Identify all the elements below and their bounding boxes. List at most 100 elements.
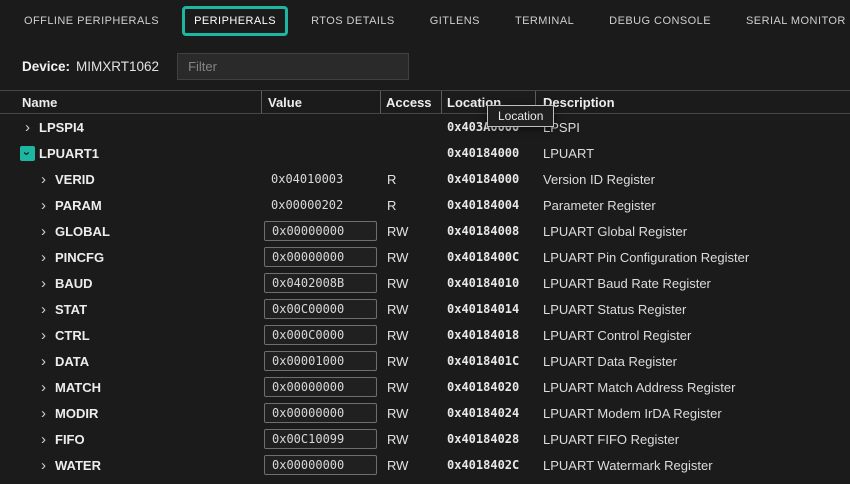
register-name: GLOBAL [55, 224, 110, 239]
tab-offline-peripherals[interactable]: OFFLINE PERIPHERALS [12, 6, 171, 36]
tree-row-global[interactable]: › GLOBAL RW0x40184008LPUART Global Registe… [0, 218, 850, 244]
register-name: FIFO [55, 432, 85, 447]
register-name: VERID [55, 172, 95, 187]
tree-row-match[interactable]: ›MATCHRW0x40184020LPUART Match Address R… [0, 374, 850, 400]
description-value: LPUART Status Register [536, 302, 850, 317]
chevron-right-icon[interactable]: › [36, 302, 51, 317]
tab-peripherals[interactable]: PERIPHERALS [182, 6, 288, 36]
location-value: 0x40184028 [442, 432, 536, 446]
register-value-input[interactable] [264, 403, 377, 423]
register-value-input[interactable] [264, 299, 377, 319]
location-value: 0x4018400C [442, 250, 536, 264]
location-value: 0x40184000 [442, 146, 536, 160]
peripherals-table: NameValueAccessLocationDescription ›LPSP… [0, 90, 850, 484]
register-value-input[interactable] [264, 429, 377, 449]
tree-row-pincfg[interactable]: ›PINCFGRW0x4018400CLPUART Pin Configurat… [0, 244, 850, 270]
chevron-right-icon[interactable]: › [20, 120, 35, 135]
access-value: RW [381, 406, 442, 421]
description-value: LPUART Baud Rate Register [536, 276, 850, 291]
chevron-right-icon[interactable]: › [36, 328, 51, 343]
register-name: PINCFG [55, 250, 104, 265]
tab-terminal[interactable]: TERMINAL [503, 6, 586, 36]
tree-row-baud[interactable]: ›BAUDRW0x40184010LPUART Baud Rate Regist… [0, 270, 850, 296]
filter-input[interactable] [177, 53, 409, 80]
access-value: RW [381, 302, 442, 317]
chevron-right-icon[interactable]: › [36, 250, 51, 265]
chevron-right-icon[interactable]: › [36, 354, 51, 369]
device-label: Device: [22, 59, 70, 74]
device-name: MIMXRT1062 [76, 59, 159, 74]
location-value: 0x40184018 [442, 328, 536, 342]
access-value: RW [381, 432, 442, 447]
register-value-input[interactable] [264, 247, 377, 267]
description-value: LPSPI [536, 120, 850, 135]
register-value-input[interactable] [264, 221, 377, 241]
chevron-right-icon[interactable]: › [36, 172, 51, 187]
tree-row-modir[interactable]: › MODIR RW0x40184024LPUART Modem IrDA Regi… [0, 400, 850, 426]
register-name: DATA [55, 354, 89, 369]
tab-serial-monitor[interactable]: SERIAL MONITOR [734, 6, 850, 36]
tree-row-verid[interactable]: ›VERID0x04010003R0x40184000Version ID Re… [0, 166, 850, 192]
chevron-right-icon[interactable]: › [36, 276, 51, 291]
description-value: LPUART FIFO Register [536, 432, 850, 447]
register-value-input[interactable] [264, 351, 377, 371]
chevron-right-icon[interactable]: › [36, 432, 51, 447]
location-tooltip: Location [487, 105, 554, 127]
device-row: Device: MIMXRT1062 [0, 42, 850, 90]
access-value: RW [381, 224, 442, 239]
column-header-description[interactable]: Description [536, 91, 850, 113]
tab-bar: OFFLINE PERIPHERALS PERIPHERALS RTOS DETAI… [0, 0, 850, 42]
register-name: MODIR [55, 406, 98, 421]
chevron-right-icon[interactable]: › [36, 406, 51, 421]
location-value: 0x4018401C [442, 354, 536, 368]
tree-row-data[interactable]: › DATA RW0x4018401CLPUART Data Register [0, 348, 850, 374]
register-value-input[interactable] [264, 455, 377, 475]
tab-debug-console[interactable]: DEBUG CONSOLE [597, 6, 723, 36]
description-value: LPUART Control Register [536, 328, 850, 343]
tree-row-lpspi4[interactable]: ›LPSPI40x403A0000LPSPI [0, 114, 850, 140]
chevron-right-icon[interactable]: › [36, 380, 51, 395]
column-header-access[interactable]: Access [381, 91, 442, 113]
description-value: LPUART [536, 146, 850, 161]
description-value: LPUART Global Register [536, 224, 850, 239]
column-header-value[interactable]: Value [262, 91, 381, 113]
tree-row-fifo[interactable]: › FIFO RW0x40184028LPUART FIFO Register [0, 426, 850, 452]
register-name: PARAM [55, 198, 102, 213]
tab-rtos-details[interactable]: RTOS DETAILS [299, 6, 407, 36]
register-value-input[interactable] [264, 377, 377, 397]
register-value-text: 0x04010003 [262, 172, 343, 186]
register-name: LPUART1 [39, 146, 99, 161]
tree-row-ctrl[interactable]: ›CTRLRW0x40184018LPUART Control Register [0, 322, 850, 348]
table-header: NameValueAccessLocationDescription [0, 90, 850, 114]
tree-row-water[interactable]: ›WATERRW0x4018402CLPUART Watermark Regis… [0, 452, 850, 478]
register-value-text: 0x00000202 [262, 198, 343, 212]
tree-row-param[interactable]: ›PARAM0x00000202R0x40184004Parameter Reg… [0, 192, 850, 218]
description-value: LPUART Data Register [536, 354, 850, 369]
location-value: 0x40184010 [442, 276, 536, 290]
access-value: RW [381, 276, 442, 291]
chevron-right-icon[interactable]: › [36, 198, 51, 213]
register-name: LPSPI4 [39, 120, 84, 135]
description-value: LPUART Match Address Register [536, 380, 850, 395]
access-value: RW [381, 354, 442, 369]
column-header-name[interactable]: Name [0, 91, 262, 113]
chevron-right-icon[interactable]: › [36, 224, 51, 239]
table-body: ›LPSPI40x403A0000LPSPI›LPUART10x40184000… [0, 114, 850, 484]
chevron-down-icon[interactable]: › [20, 146, 35, 161]
tree-row-lpuart2[interactable]: ›LPUART20x40188000 [0, 478, 850, 484]
tab-gitlens[interactable]: GITLENS [418, 6, 492, 36]
access-value: RW [381, 458, 442, 473]
location-value: 0x40184014 [442, 302, 536, 316]
location-value: 0x40184008 [442, 224, 536, 238]
register-value-input[interactable] [264, 325, 377, 345]
chevron-right-icon[interactable]: › [36, 458, 51, 473]
tree-row-stat[interactable]: ›STATRW0x40184014LPUART Status Register [0, 296, 850, 322]
register-name: CTRL [55, 328, 90, 343]
register-value-input[interactable] [264, 273, 377, 293]
location-value: 0x4018402C [442, 458, 536, 472]
description-value: LPUART Modem IrDA Register [536, 406, 850, 421]
location-value: 0x40184020 [442, 380, 536, 394]
access-value: R [381, 172, 442, 187]
tree-row-lpuart1[interactable]: › LPUART1 0x40184000LPUART [0, 140, 850, 166]
location-value: 0x40184024 [442, 406, 536, 420]
